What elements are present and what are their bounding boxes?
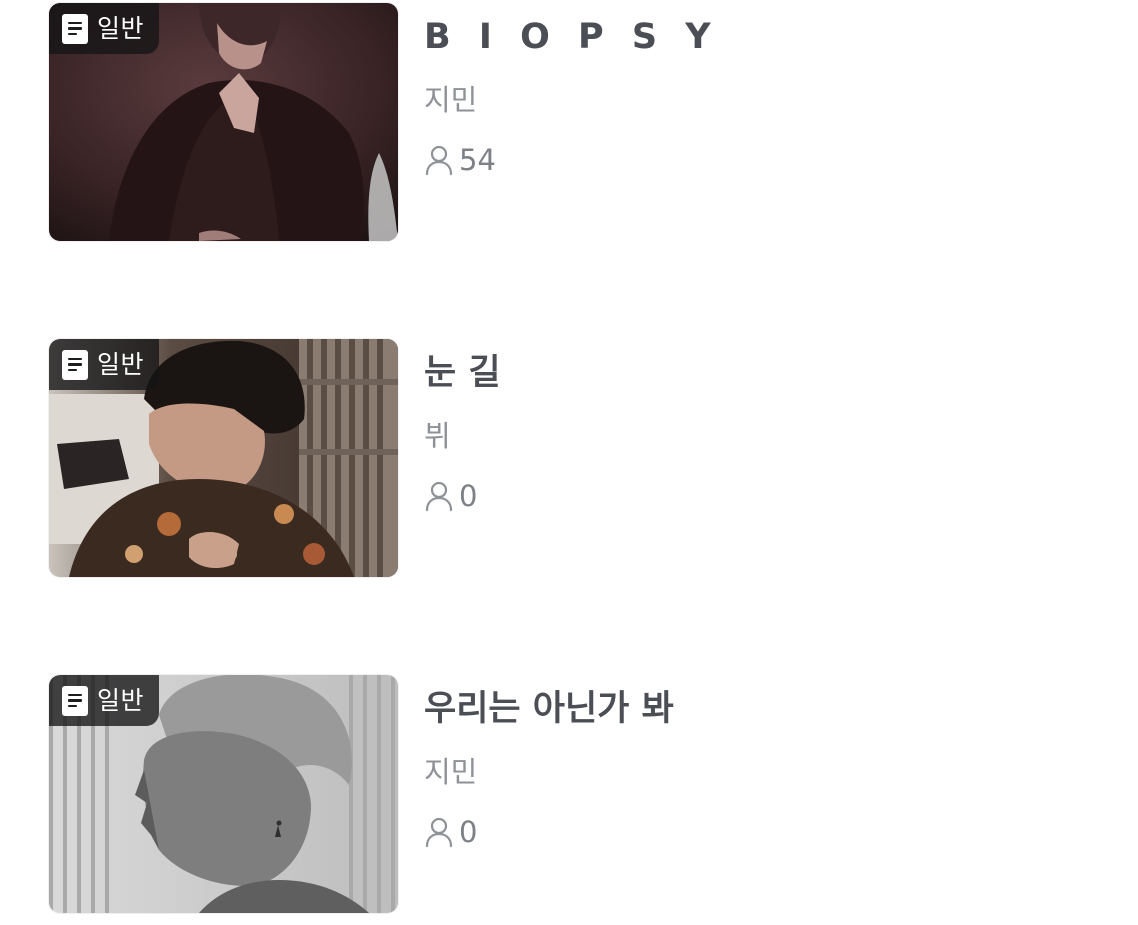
view-count-value: 0 — [459, 479, 478, 513]
category-badge: 일반 — [49, 3, 159, 54]
category-badge: 일반 — [49, 675, 159, 726]
view-count-value: 54 — [459, 143, 496, 177]
story-author[interactable]: 뷔 — [424, 417, 451, 455]
story-item[interactable]: 일반 B I O P S Y 지민 54 — [49, 3, 1089, 241]
category-badge: 일반 — [49, 339, 159, 390]
category-label: 일반 — [97, 350, 145, 379]
category-label: 일반 — [97, 14, 145, 43]
story-item[interactable]: 일반 우리는 아닌가 봐 지민 0 — [49, 675, 1089, 913]
story-author[interactable]: 지민 — [424, 753, 477, 791]
story-title[interactable]: B I O P S Y — [424, 15, 719, 59]
story-author[interactable]: 지민 — [424, 81, 477, 119]
story-item[interactable]: 일반 눈 길 뷔 0 — [49, 339, 1089, 577]
view-count-value: 0 — [459, 815, 478, 849]
category-label: 일반 — [97, 686, 145, 715]
story-title[interactable]: 눈 길 — [424, 351, 501, 395]
story-thumbnail[interactable]: 일반 — [49, 675, 398, 913]
story-thumbnail[interactable]: 일반 — [49, 3, 398, 241]
person-icon — [425, 145, 453, 176]
story-thumbnail[interactable]: 일반 — [49, 339, 398, 577]
document-icon — [62, 349, 88, 380]
document-icon — [62, 13, 88, 44]
person-icon — [425, 481, 453, 512]
document-icon — [62, 685, 88, 716]
person-icon — [425, 817, 453, 848]
view-count: 54 — [424, 141, 496, 179]
view-count: 0 — [424, 813, 477, 851]
story-list: 일반 B I O P S Y 지민 54 일반 눈 길 뷔 0 일반 우리는 아… — [0, 0, 1138, 925]
view-count: 0 — [424, 477, 477, 515]
story-title[interactable]: 우리는 아닌가 봐 — [424, 687, 674, 731]
